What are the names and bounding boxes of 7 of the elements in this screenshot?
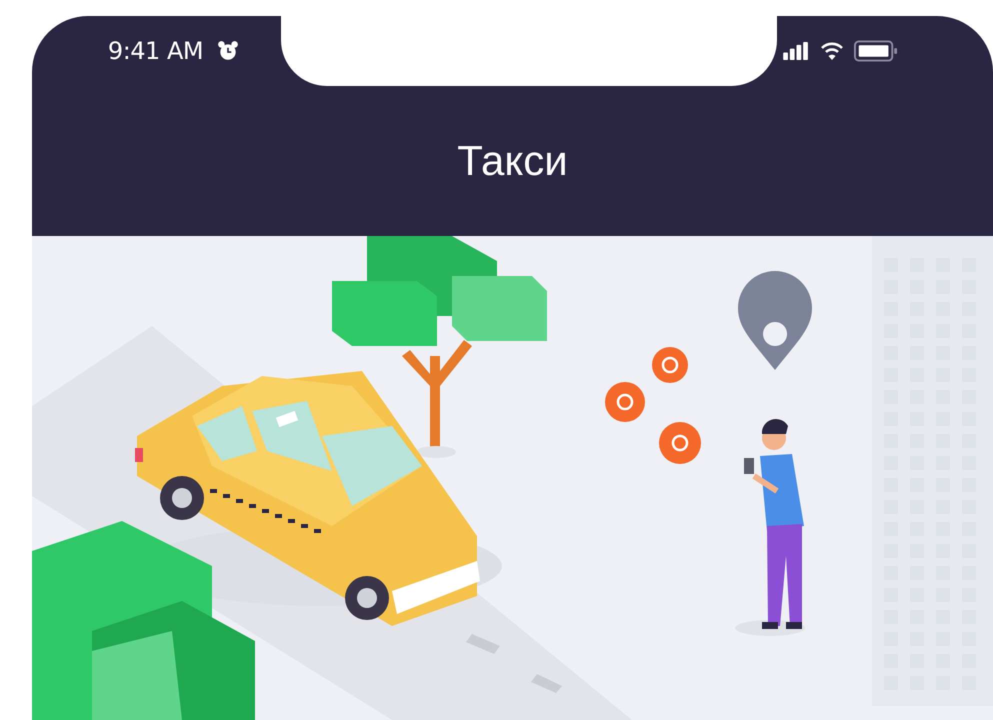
status-time: 9:41 AM xyxy=(108,37,204,65)
screen-title: Такси xyxy=(457,137,568,185)
alarm-clock-icon xyxy=(217,40,240,62)
location-pin-icon xyxy=(738,271,812,370)
battery-icon xyxy=(854,40,898,62)
signal-icon xyxy=(783,42,810,60)
wifi-icon xyxy=(820,41,844,61)
